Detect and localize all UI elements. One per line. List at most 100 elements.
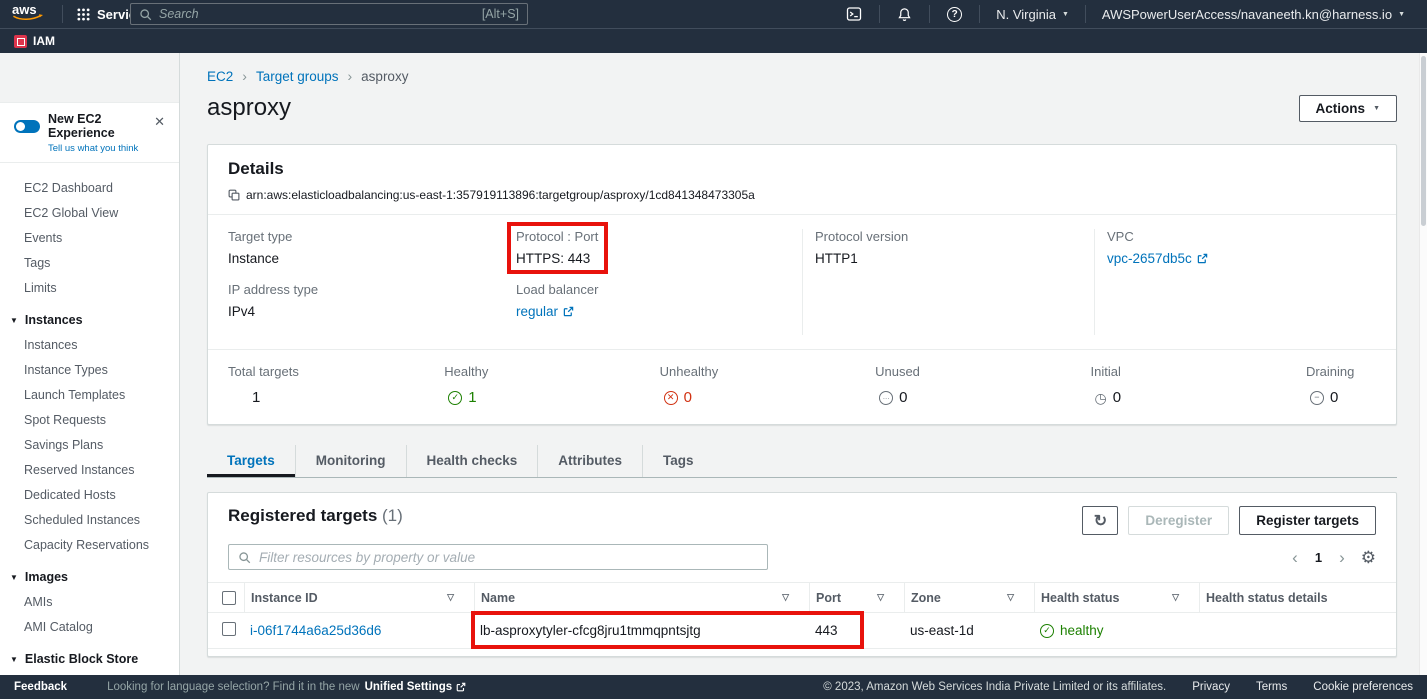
unused-value: 0 bbox=[899, 389, 907, 406]
search-shortcut: [Alt+S] bbox=[482, 7, 519, 21]
sidebar-section-images[interactable]: ▼Images bbox=[0, 557, 179, 589]
sidebar-item-amis[interactable]: AMIs bbox=[0, 589, 179, 614]
vpc-link[interactable]: vpc-2657db5c bbox=[1107, 251, 1208, 266]
sidebar-item-savings-plans[interactable]: Savings Plans bbox=[0, 432, 179, 457]
cloudshell-terminal-icon bbox=[846, 6, 862, 22]
sidebar-item-limits[interactable]: Limits bbox=[0, 275, 179, 300]
details-panel: Details arn:aws:elasticloadbalancing:us-… bbox=[207, 144, 1397, 425]
new-experience-toggle[interactable] bbox=[14, 120, 40, 133]
instance-id-link[interactable]: i-06f1744a6a25d36d6 bbox=[250, 623, 381, 638]
sidebar-item-instance-types[interactable]: Instance Types bbox=[0, 357, 179, 382]
refresh-button[interactable]: ↻ bbox=[1082, 506, 1118, 535]
sidebar-item-spot-requests[interactable]: Spot Requests bbox=[0, 407, 179, 432]
sidebar-item-ami-catalog[interactable]: AMI Catalog bbox=[0, 614, 179, 639]
cloudshell-button[interactable] bbox=[833, 0, 875, 28]
target-group-arn: arn:aws:elasticloadbalancing:us-east-1:3… bbox=[246, 188, 755, 202]
load-balancer-link[interactable]: regular bbox=[516, 304, 574, 319]
global-search[interactable]: [Alt+S] bbox=[130, 3, 528, 25]
favorite-iam-label: IAM bbox=[33, 34, 55, 48]
sort-icon[interactable]: ▽ bbox=[1007, 592, 1014, 603]
help-button[interactable]: ? bbox=[934, 0, 975, 28]
registered-targets-count: (1) bbox=[382, 506, 403, 525]
healthy-icon: ✓ bbox=[1040, 624, 1054, 638]
aws-logo[interactable]: aws bbox=[12, 3, 46, 25]
sort-icon[interactable]: ▽ bbox=[877, 592, 884, 603]
tab-attributes[interactable]: Attributes bbox=[537, 445, 642, 477]
tab-targets[interactable]: Targets bbox=[207, 445, 295, 477]
column-name: Name bbox=[481, 591, 515, 605]
actions-button[interactable]: Actions ▼ bbox=[1299, 95, 1397, 122]
favorite-iam[interactable]: IAM bbox=[14, 34, 55, 48]
bell-icon bbox=[897, 7, 912, 22]
external-link-icon bbox=[456, 682, 466, 692]
sidebar-item-ec2-dashboard[interactable]: EC2 Dashboard bbox=[0, 175, 179, 200]
refresh-icon: ↻ bbox=[1094, 511, 1107, 531]
account-menu[interactable]: AWSPowerUserAccess/navaneeth.kn@harness.… bbox=[1090, 0, 1417, 28]
target-name-cell: lb-asproxytyler-cfcg8jru1tmmqpntsjtg bbox=[474, 623, 809, 638]
sidebar-item-tags[interactable]: Tags bbox=[0, 250, 179, 275]
protocol-version-value: HTTP1 bbox=[815, 251, 908, 266]
region-selector[interactable]: N. Virginia ▼ bbox=[984, 0, 1081, 28]
ip-address-type-label: IP address type bbox=[228, 282, 318, 297]
target-health-summary: Total targets 1 Healthy ✓1 Unhealthy ✕0 … bbox=[208, 349, 1396, 424]
select-all-checkbox[interactable] bbox=[222, 591, 236, 605]
total-targets-value: 1 bbox=[252, 389, 260, 406]
load-balancer-label: Load balancer bbox=[516, 282, 598, 297]
protocol-port-value: HTTPS: 443 bbox=[516, 251, 598, 266]
tab-tags[interactable]: Tags bbox=[642, 445, 714, 477]
cookie-preferences-link[interactable]: Cookie preferences bbox=[1313, 681, 1413, 693]
healthy-label: Healthy bbox=[444, 364, 514, 379]
sort-icon[interactable]: ▽ bbox=[447, 592, 454, 603]
vertical-scrollbar[interactable] bbox=[1419, 53, 1427, 675]
next-page-icon[interactable]: › bbox=[1339, 549, 1345, 566]
health-status-cell: healthy bbox=[1060, 623, 1104, 638]
row-checkbox[interactable] bbox=[222, 622, 236, 636]
sort-icon[interactable]: ▽ bbox=[782, 592, 789, 603]
sort-icon[interactable]: ▽ bbox=[1172, 592, 1179, 603]
sidebar-section-instances[interactable]: ▼Instances bbox=[0, 300, 179, 332]
target-type-label: Target type bbox=[228, 229, 292, 244]
sidebar-item-events[interactable]: Events bbox=[0, 225, 179, 250]
gear-icon[interactable]: ⚙ bbox=[1361, 549, 1376, 566]
sidebar-item-reserved-instances[interactable]: Reserved Instances bbox=[0, 457, 179, 482]
copy-icon[interactable] bbox=[228, 189, 240, 201]
unified-settings-link[interactable]: Unified Settings bbox=[365, 681, 467, 693]
unhealthy-icon: ✕ bbox=[664, 391, 678, 405]
filter-input[interactable] bbox=[259, 550, 758, 565]
scrollbar-thumb[interactable] bbox=[1421, 56, 1426, 226]
sidebar-item-ec2-global-view[interactable]: EC2 Global View bbox=[0, 200, 179, 225]
breadcrumb-ec2[interactable]: EC2 bbox=[207, 69, 233, 84]
breadcrumb-target-groups[interactable]: Target groups bbox=[256, 69, 339, 84]
previous-page-icon[interactable]: ‹ bbox=[1292, 549, 1298, 566]
registered-targets-heading: Registered targets bbox=[228, 506, 377, 525]
aws-smile-icon bbox=[12, 14, 46, 24]
page-number: 1 bbox=[1315, 550, 1322, 565]
privacy-link[interactable]: Privacy bbox=[1192, 681, 1230, 693]
unused-label: Unused bbox=[875, 364, 945, 379]
deregister-button[interactable]: Deregister bbox=[1128, 506, 1229, 535]
sidebar-section-elastic-block-store[interactable]: ▼Elastic Block Store bbox=[0, 639, 179, 671]
register-targets-button[interactable]: Register targets bbox=[1239, 506, 1376, 535]
notifications-button[interactable] bbox=[884, 0, 925, 28]
account-label: AWSPowerUserAccess/navaneeth.kn@harness.… bbox=[1102, 7, 1392, 22]
close-icon[interactable]: ✕ bbox=[152, 112, 167, 132]
terms-link[interactable]: Terms bbox=[1256, 681, 1287, 693]
tab-monitoring[interactable]: Monitoring bbox=[295, 445, 406, 477]
sidebar-item-capacity-reservations[interactable]: Capacity Reservations bbox=[0, 532, 179, 557]
sidebar-item-scheduled-instances[interactable]: Scheduled Instances bbox=[0, 507, 179, 532]
protocol-version-label: Protocol version bbox=[815, 229, 908, 244]
region-label: N. Virginia bbox=[996, 7, 1056, 22]
feedback-link[interactable]: Tell us what you think bbox=[48, 143, 152, 154]
new-experience-title: New EC2 Experience bbox=[48, 112, 152, 140]
filter-box[interactable] bbox=[228, 544, 768, 570]
detail-tabs: Targets Monitoring Health checks Attribu… bbox=[207, 445, 1397, 478]
unhealthy-value: 0 bbox=[684, 389, 692, 406]
new-experience-banner: New EC2 Experience Tell us what you thin… bbox=[0, 103, 179, 163]
sidebar-item-instances[interactable]: Instances bbox=[0, 332, 179, 357]
divider bbox=[879, 5, 880, 23]
search-input[interactable] bbox=[159, 7, 475, 21]
sidebar-item-launch-templates[interactable]: Launch Templates bbox=[0, 382, 179, 407]
sidebar-item-dedicated-hosts[interactable]: Dedicated Hosts bbox=[0, 482, 179, 507]
feedback-button[interactable]: Feedback bbox=[14, 681, 67, 693]
tab-health-checks[interactable]: Health checks bbox=[406, 445, 538, 477]
